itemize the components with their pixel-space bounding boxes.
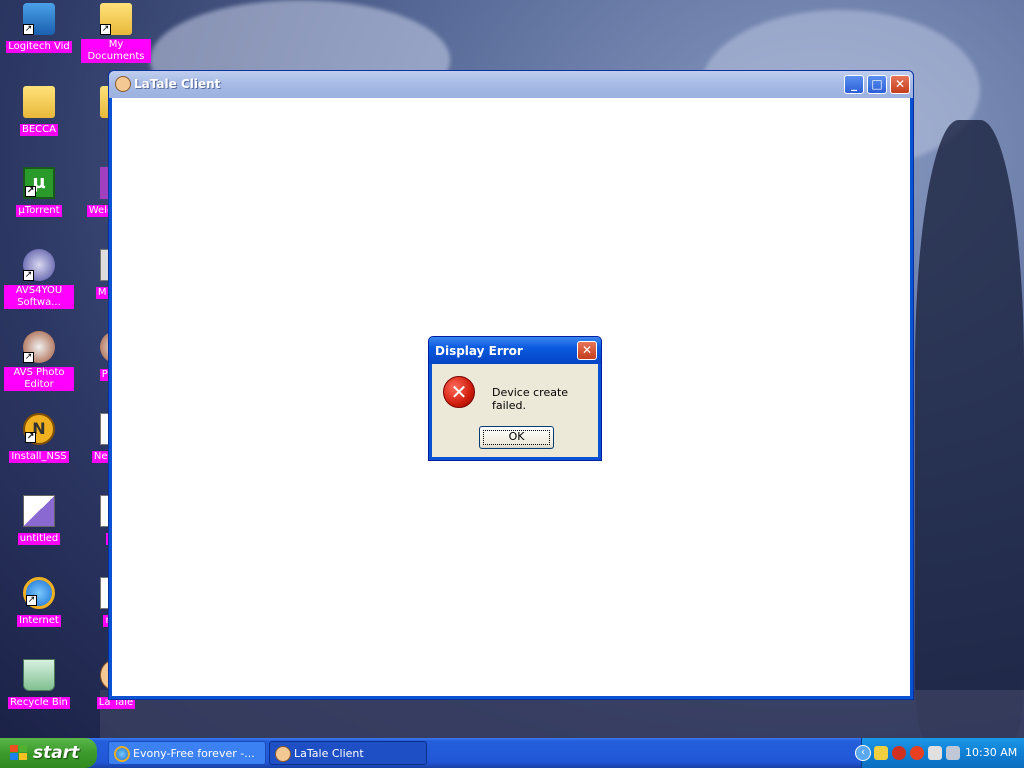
desktop-icon-logitech-vid[interactable]: ↗ Logitech Vid: [4, 3, 74, 53]
desktop-icon-label: untitled: [17, 533, 61, 545]
desktop-icon-untitled[interactable]: untitled: [4, 495, 74, 545]
windows-flag-icon: [10, 745, 28, 761]
taskbar-item-label: LaTale Client: [294, 747, 364, 760]
display-error-dialog[interactable]: Display Error ✕ ✕ Device create failed. …: [428, 336, 602, 461]
desktop-icon-label: AVS Photo Editor: [4, 367, 74, 391]
maximize-button[interactable]: □: [867, 75, 887, 94]
start-label: start: [33, 743, 80, 763]
photo-editor-icon: ↗: [23, 331, 55, 363]
focus-rect: [483, 430, 550, 445]
internet-explorer-icon: [114, 746, 130, 762]
install-icon: N ↗: [23, 413, 55, 445]
clock[interactable]: 10:30 AM: [965, 746, 1017, 759]
latale-icon: [275, 746, 291, 762]
folder-documents-icon: ↗: [100, 3, 132, 35]
desktop-icon-label: BECCA: [20, 124, 58, 136]
taskbar-item-evony[interactable]: Evony-Free forever -...: [108, 741, 266, 765]
desktop-icon-label: µTorrent: [16, 205, 62, 217]
internet-explorer-icon: ↗: [23, 577, 55, 609]
window-title: LaTale Client: [134, 77, 221, 91]
desktop-icon-avs-photo-editor[interactable]: ↗ AVS Photo Editor: [4, 331, 74, 391]
paint-file-icon: [23, 495, 55, 527]
desktop-icon-my-documents[interactable]: ↗ My Documents: [81, 3, 151, 63]
recycle-bin-icon: [23, 659, 55, 691]
ok-button[interactable]: OK: [479, 426, 554, 449]
desktop-icon-utorrent[interactable]: µ ↗ µTorrent: [4, 167, 74, 217]
desktop-icon-avs4you[interactable]: ↗ AVS4YOU Softwa...: [4, 249, 74, 309]
desktop-icon-label: Internet: [17, 615, 61, 627]
dialog-title: Display Error: [435, 344, 523, 358]
desktop-icon-recycle-bin[interactable]: Recycle Bin: [4, 659, 74, 709]
system-tray: ‹ 10:30 AM: [855, 738, 1024, 768]
dialog-close-button[interactable]: ✕: [577, 341, 597, 360]
desktop-icon-label: AVS4YOU Softwa...: [4, 285, 74, 309]
taskbar-item-label: Evony-Free forever -...: [133, 747, 255, 760]
avs4you-icon: ↗: [23, 249, 55, 281]
start-button[interactable]: start: [0, 738, 97, 768]
desktop-icon-label: Recycle Bin: [8, 697, 70, 709]
utorrent-icon: µ ↗: [23, 167, 55, 199]
latale-icon: [115, 76, 131, 92]
dialog-message: Device create failed.: [492, 386, 569, 412]
desktop-icon-label: Install_NSS: [9, 451, 69, 463]
window-titlebar[interactable]: LaTale Client _ □ ✕: [109, 71, 913, 98]
desktop-icon-label: My Documents: [81, 39, 151, 63]
desktop-icon-label: Logitech Vid: [6, 41, 72, 53]
show-hidden-icons-button[interactable]: ‹: [855, 745, 871, 761]
volume-icon[interactable]: [946, 746, 960, 760]
folder-icon: [23, 86, 55, 118]
security-icon[interactable]: [892, 746, 906, 760]
network-icon[interactable]: [910, 746, 924, 760]
error-icon: ✕: [443, 376, 475, 408]
close-button[interactable]: ✕: [890, 75, 910, 94]
background-tree: [915, 120, 1024, 740]
desktop-icon-install-nss[interactable]: N ↗ Install_NSS: [4, 413, 74, 463]
desktop-icon-internet[interactable]: ↗ Internet: [4, 577, 74, 627]
minimize-button[interactable]: _: [844, 75, 864, 94]
webcam-icon: ↗: [23, 3, 55, 35]
users-icon[interactable]: [928, 746, 942, 760]
desktop-icon-becca[interactable]: BECCA: [4, 86, 74, 136]
taskbar-item-latale-client[interactable]: LaTale Client: [269, 741, 427, 765]
dialog-titlebar[interactable]: Display Error ✕: [429, 337, 601, 364]
dialog-body: ✕ Device create failed. OK: [432, 364, 598, 457]
taskbar: start Evony-Free forever -... LaTale Cli…: [0, 738, 1024, 768]
shield-icon[interactable]: [874, 746, 888, 760]
